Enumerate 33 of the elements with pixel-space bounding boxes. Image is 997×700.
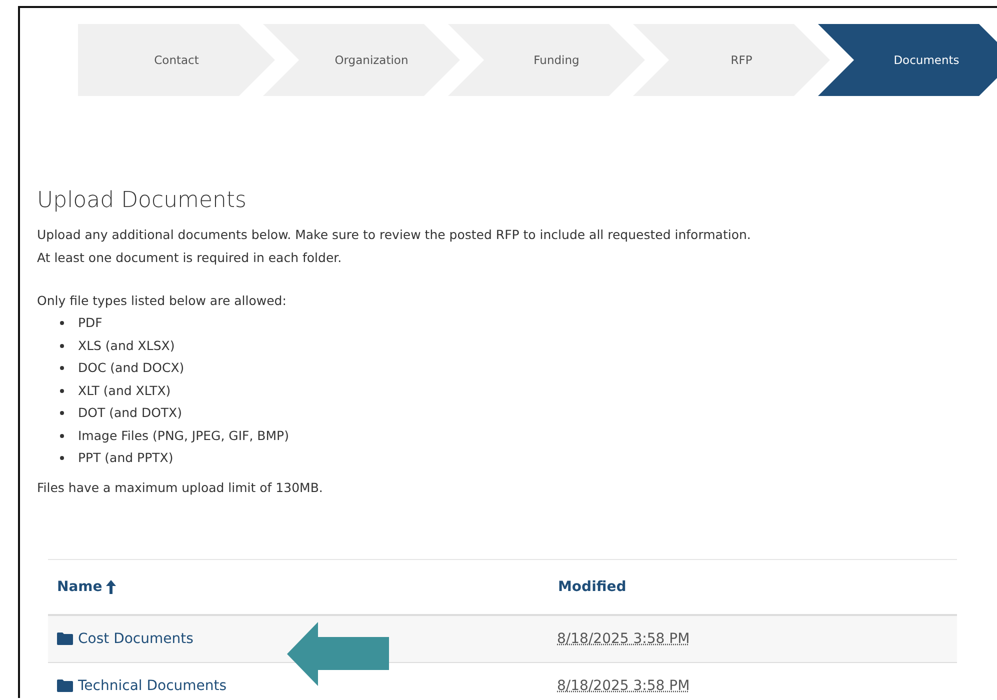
file-type: XLT (and XLTX) (78, 382, 171, 400)
arrow-icon (287, 622, 389, 686)
file-type: PDF (78, 314, 102, 332)
bullet-icon (60, 456, 64, 460)
bullet-icon (60, 388, 64, 393)
column-header[interactable]: Name (57, 578, 102, 594)
bullet-icon (60, 366, 64, 370)
folder-icon (57, 632, 73, 645)
column-header[interactable]: Modified (558, 578, 626, 594)
file-type: PPT (and PPTX) (78, 449, 174, 467)
bullet-icon (60, 344, 64, 348)
intro-text: At least one document is required in each folder. (37, 249, 343, 267)
intro-text: Upload any additional documents below. Make sure to review the posted RFP to include all requested information. (37, 226, 752, 244)
file-type: XLS (and XLSX) (78, 336, 175, 354)
bullet-icon (60, 434, 64, 438)
limit-note: Files have a maximum upload limit of 130MB. (37, 478, 324, 497)
step-tab[interactable]: Contact (78, 24, 275, 96)
step-tab[interactable]: Documents (818, 24, 997, 96)
modified-date: 8/18/2025 3:58 PM (557, 678, 690, 694)
file-type: Image Files (PNG, JPEG, GIF, BMP) (78, 426, 289, 445)
bullet-icon (60, 321, 64, 326)
folder-link[interactable]: Cost Documents (78, 630, 194, 646)
step-tab[interactable]: Organization (263, 24, 460, 96)
step-tab[interactable]: Funding (448, 24, 645, 96)
folder-link[interactable]: Technical Documents (78, 678, 227, 694)
types-intro: Only file types listed below are allowed: (37, 292, 288, 310)
step-tab[interactable]: RFP (633, 24, 830, 96)
page-heading: Upload Documents (37, 188, 248, 213)
folder-icon (57, 679, 73, 692)
modified-date: 8/18/2025 3:58 PM (557, 630, 690, 646)
file-type: DOC (and DOCX) (78, 359, 184, 377)
bullet-icon (60, 411, 64, 416)
file-type: DOT (and DOTX) (78, 404, 182, 422)
